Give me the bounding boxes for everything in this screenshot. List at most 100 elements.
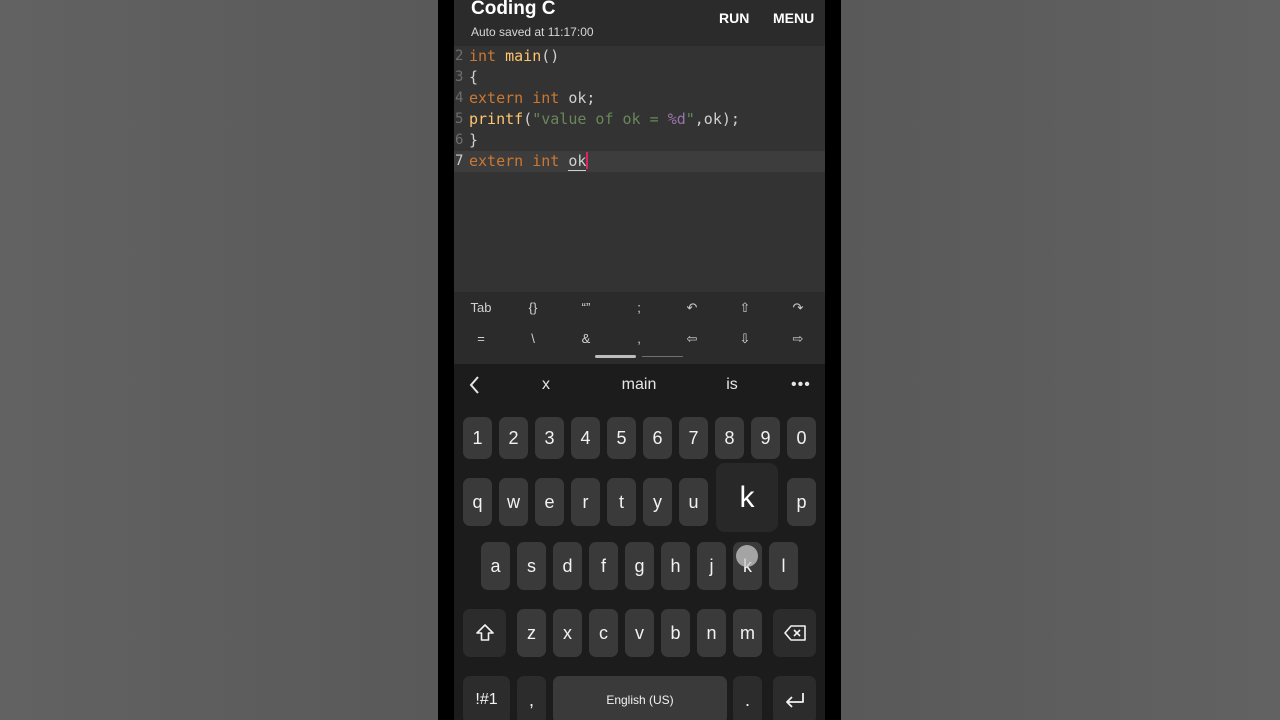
comma-key[interactable]: , xyxy=(517,676,546,720)
app-title: Coding C xyxy=(471,0,556,19)
undo-icon[interactable]: ↶ xyxy=(672,300,712,316)
code-token: extern int xyxy=(469,89,569,107)
key-j[interactable]: j xyxy=(697,542,726,590)
key-l[interactable]: l xyxy=(769,542,798,590)
key-r[interactable]: r xyxy=(571,478,600,526)
key-5[interactable]: 5 xyxy=(607,417,636,459)
key-z[interactable]: z xyxy=(517,609,546,657)
code-line-active[interactable]: 7 extern int ok xyxy=(454,151,825,172)
suggestion-item[interactable]: main xyxy=(609,376,669,394)
code-token: extern int xyxy=(469,152,569,170)
code-line[interactable]: 3 { xyxy=(454,67,825,88)
key-7[interactable]: 7 xyxy=(679,417,708,459)
backspace-icon xyxy=(783,625,806,641)
extra-key-semicolon[interactable]: ; xyxy=(619,300,659,315)
key-4[interactable]: 4 xyxy=(571,417,600,459)
key-y[interactable]: y xyxy=(643,478,672,526)
touch-indicator xyxy=(736,545,758,567)
line-number: 3 xyxy=(455,69,464,85)
extra-key-equals[interactable]: = xyxy=(461,331,501,346)
key-p[interactable]: p xyxy=(787,478,816,526)
arrow-up-icon[interactable]: ⇧ xyxy=(725,300,765,316)
key-m[interactable]: m xyxy=(733,609,762,657)
extra-key-quotes[interactable]: “” xyxy=(566,300,606,315)
code-editor[interactable]: 2 int main() 3 { 4 extern int ok; 5 prin… xyxy=(454,46,825,292)
key-3[interactable]: 3 xyxy=(535,417,564,459)
suggestion-bar: x main is ••• xyxy=(454,364,825,408)
backspace-key[interactable] xyxy=(773,609,816,657)
page-indicator-active xyxy=(595,355,636,358)
suggestion-item[interactable]: x xyxy=(534,376,558,394)
code-token: ,ok); xyxy=(694,110,740,128)
enter-key[interactable] xyxy=(773,676,816,720)
extra-keys-bar: Tab {} “” ; ↶ ⇧ ↷ = \ & , ⇦ ⇩ ⇨ xyxy=(454,292,825,364)
key-c[interactable]: c xyxy=(589,609,618,657)
redo-icon[interactable]: ↷ xyxy=(778,300,818,316)
key-t[interactable]: t xyxy=(607,478,636,526)
code-token: } xyxy=(469,131,479,149)
key-w[interactable]: w xyxy=(499,478,528,526)
line-number: 6 xyxy=(455,132,464,148)
key-q[interactable]: q xyxy=(463,478,492,526)
code-token: () xyxy=(541,47,560,65)
key-8[interactable]: 8 xyxy=(715,417,744,459)
space-key[interactable]: English (US) xyxy=(553,676,727,720)
key-v[interactable]: v xyxy=(625,609,654,657)
text-cursor xyxy=(586,152,589,169)
key-e[interactable]: e xyxy=(535,478,564,526)
line-number: 7 xyxy=(455,153,464,169)
menu-button[interactable]: MENU xyxy=(773,10,814,26)
key-a[interactable]: a xyxy=(481,542,510,590)
shift-key[interactable] xyxy=(463,609,506,657)
code-token: " xyxy=(685,110,695,128)
code-token: { xyxy=(469,68,479,86)
extra-key-comma[interactable]: , xyxy=(619,331,659,346)
period-key[interactable]: . xyxy=(733,676,762,720)
key-f[interactable]: f xyxy=(589,542,618,590)
key-0[interactable]: 0 xyxy=(787,417,816,459)
code-token: "value of ok = xyxy=(532,110,668,128)
run-button[interactable]: RUN xyxy=(719,10,749,26)
key-u[interactable]: u xyxy=(679,478,708,526)
key-9[interactable]: 9 xyxy=(751,417,780,459)
key-popup-preview: k xyxy=(716,463,778,532)
arrow-right-icon[interactable]: ⇨ xyxy=(778,331,818,347)
video-letterbox-right xyxy=(841,0,1280,720)
key-1[interactable]: 1 xyxy=(463,417,492,459)
chevron-left-icon[interactable] xyxy=(467,375,483,395)
app-bar: Coding C Auto saved at 11:17:00 RUN MENU xyxy=(454,0,825,46)
key-b[interactable]: b xyxy=(661,609,690,657)
key-g[interactable]: g xyxy=(625,542,654,590)
line-number: 2 xyxy=(455,48,464,64)
key-2[interactable]: 2 xyxy=(499,417,528,459)
extra-key-braces[interactable]: {} xyxy=(513,300,553,315)
code-line[interactable]: 6 } xyxy=(454,130,825,151)
symbols-key[interactable]: !#1 xyxy=(463,676,510,720)
extra-key-backslash[interactable]: \ xyxy=(513,331,553,346)
code-text: extern int ok; xyxy=(469,88,595,109)
code-text: { xyxy=(469,67,478,88)
code-line[interactable]: 2 int main() xyxy=(454,46,825,67)
autosave-status: Auto saved at 11:17:00 xyxy=(471,25,594,39)
code-token: printf xyxy=(469,110,524,128)
key-x[interactable]: x xyxy=(553,609,582,657)
code-token: ok; xyxy=(568,89,596,107)
more-icon[interactable]: ••• xyxy=(791,376,811,394)
extra-key-tab[interactable]: Tab xyxy=(461,300,501,315)
arrow-left-icon[interactable]: ⇦ xyxy=(672,331,712,347)
key-n[interactable]: n xyxy=(697,609,726,657)
line-number: 5 xyxy=(455,111,464,127)
code-text: extern int ok xyxy=(469,151,589,172)
soft-keyboard: 1 2 3 4 5 6 7 8 9 0 q w e r t y u p a s … xyxy=(454,408,825,720)
phone-screen: Coding C Auto saved at 11:17:00 RUN MENU… xyxy=(454,0,825,720)
code-line[interactable]: 5 printf("value of ok = %d",ok); xyxy=(454,109,825,130)
code-text: printf("value of ok = %d",ok); xyxy=(469,109,740,130)
key-h[interactable]: h xyxy=(661,542,690,590)
code-line[interactable]: 4 extern int ok; xyxy=(454,88,825,109)
arrow-down-icon[interactable]: ⇩ xyxy=(725,331,765,347)
key-d[interactable]: d xyxy=(553,542,582,590)
suggestion-item[interactable]: is xyxy=(716,376,748,394)
key-s[interactable]: s xyxy=(517,542,546,590)
key-6[interactable]: 6 xyxy=(643,417,672,459)
extra-key-ampersand[interactable]: & xyxy=(566,331,606,346)
